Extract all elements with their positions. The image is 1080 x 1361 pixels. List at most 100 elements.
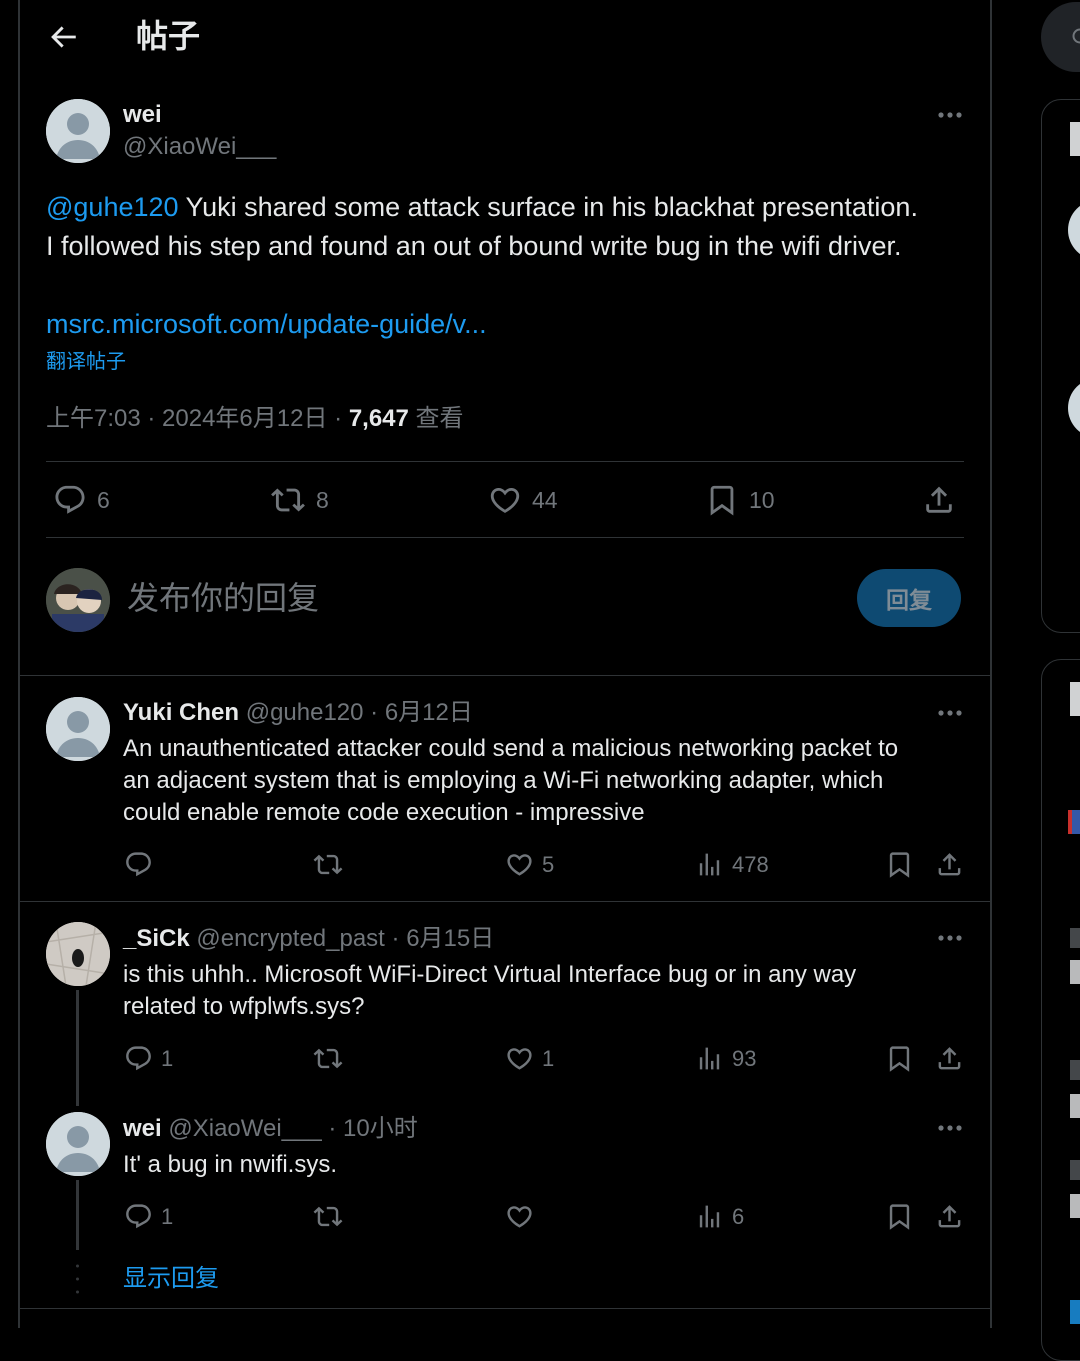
- reply-count: 6: [97, 487, 110, 514]
- views-count: 7,647: [349, 405, 409, 432]
- repost-icon: [313, 1202, 343, 1231]
- reply-date[interactable]: · 10小时: [322, 1115, 418, 1142]
- bookmark-count: 10: [749, 487, 775, 514]
- avatar[interactable]: [1068, 200, 1080, 260]
- reply-author-handle[interactable]: @encrypted_past: [196, 925, 384, 952]
- avatar[interactable]: [46, 99, 110, 163]
- repost-count: 8: [316, 487, 329, 514]
- reply-text-line: related to wfplwfs.sys?: [123, 991, 856, 1023]
- repost-button[interactable]: [313, 1202, 351, 1231]
- thread-ellipsis: [75, 1262, 80, 1296]
- share-button[interactable]: [935, 1044, 964, 1073]
- trend-item-fragment[interactable]: [1070, 1160, 1080, 1180]
- like-button[interactable]: 1: [505, 1044, 554, 1073]
- like-button[interactable]: 44: [488, 483, 558, 517]
- more-options-icon[interactable]: [937, 709, 963, 717]
- reply-header: wei @XiaoWei___ · 10小时: [123, 1113, 418, 1145]
- share-button[interactable]: [935, 1202, 964, 1231]
- arrow-left-icon: [46, 20, 80, 54]
- divider: [46, 537, 964, 538]
- reply-submit-button[interactable]: 回复: [857, 569, 961, 627]
- like-count: 44: [532, 487, 558, 514]
- reply-icon: [53, 483, 87, 517]
- avatar[interactable]: [1068, 378, 1080, 438]
- thread-line: [76, 1180, 79, 1250]
- like-count: 1: [542, 1046, 554, 1072]
- mention-link[interactable]: @guhe120: [46, 192, 179, 222]
- like-count: 5: [542, 852, 554, 878]
- sidebar-panel: [1041, 99, 1080, 633]
- reply-author-name[interactable]: Yuki Chen: [123, 699, 239, 726]
- repost-icon: [313, 1044, 343, 1073]
- share-button[interactable]: [922, 483, 956, 517]
- more-options-icon[interactable]: [937, 111, 963, 119]
- reply-author-handle[interactable]: @XiaoWei___: [168, 1115, 321, 1142]
- reply-submit-label: 回复: [886, 581, 932, 615]
- reply-text: An unauthenticated attacker could send a…: [123, 733, 898, 829]
- views-button[interactable]: 6: [695, 1202, 744, 1231]
- post-timestamp[interactable]: 上午7:03 · 2024年6月12日 ·: [46, 405, 349, 432]
- reply-icon: [124, 1202, 153, 1231]
- back-button[interactable]: [46, 20, 80, 54]
- views-button[interactable]: 478: [695, 850, 769, 879]
- heart-icon: [505, 850, 534, 879]
- avatar[interactable]: [46, 697, 110, 761]
- reply-text: is this uhhh.. Microsoft WiFi-Direct Vir…: [123, 959, 856, 1023]
- reply-button[interactable]: 1: [124, 1202, 173, 1231]
- bookmark-button[interactable]: [885, 1044, 914, 1073]
- reply-text-line: an adjacent system that is employing a W…: [123, 765, 898, 797]
- trend-item-fragment[interactable]: [1070, 1060, 1080, 1080]
- repost-button[interactable]: 8: [270, 483, 329, 517]
- trend-item-fragment[interactable]: [1070, 960, 1080, 984]
- translate-post-link[interactable]: 翻译帖子: [46, 348, 126, 376]
- reply-button[interactable]: 6: [53, 483, 110, 517]
- post-link[interactable]: msrc.microsoft.com/update-guide/v...: [46, 305, 487, 343]
- bookmark-icon: [705, 483, 739, 517]
- reply-text-line: could enable remote code execution - imp…: [123, 797, 898, 829]
- page-title: 帖子: [136, 14, 200, 58]
- more-options-icon[interactable]: [937, 934, 963, 942]
- bookmark-button[interactable]: [885, 1202, 914, 1231]
- post-text-line2: I followed his step and found an out of …: [46, 231, 902, 261]
- trend-item-fragment[interactable]: [1070, 1194, 1080, 1218]
- reply-button[interactable]: [124, 850, 161, 879]
- trend-image: [1068, 810, 1080, 834]
- post-meta: 上午7:03 · 2024年6月12日 · 7,647 查看: [46, 402, 464, 436]
- bookmark-button[interactable]: 10: [705, 483, 775, 517]
- reply-author-handle[interactable]: @guhe120: [246, 699, 364, 726]
- repost-button[interactable]: [313, 1044, 351, 1073]
- thread-line: [76, 990, 79, 1106]
- reply-author-name[interactable]: wei: [123, 1115, 162, 1142]
- more-options-icon[interactable]: [937, 1124, 963, 1132]
- bar-chart-icon: [695, 1044, 724, 1073]
- author-handle[interactable]: @XiaoWei___: [123, 132, 276, 162]
- reply-input[interactable]: 发布你的回复: [127, 576, 319, 620]
- views-button[interactable]: 93: [695, 1044, 756, 1073]
- author-name[interactable]: wei: [123, 100, 162, 130]
- reply-date[interactable]: · 6月15日: [385, 925, 494, 952]
- like-button[interactable]: 5: [505, 850, 554, 879]
- current-user-avatar[interactable]: [46, 568, 110, 632]
- repost-button[interactable]: [313, 850, 351, 879]
- trend-item-fragment[interactable]: [1070, 1094, 1080, 1118]
- like-button[interactable]: [505, 1202, 542, 1231]
- sidebar-link-fragment[interactable]: [1070, 1300, 1080, 1324]
- show-replies-link[interactable]: 显示回复: [123, 1263, 219, 1295]
- trend-item-fragment[interactable]: [1070, 928, 1080, 948]
- avatar[interactable]: [46, 1112, 110, 1176]
- bookmark-button[interactable]: [885, 850, 914, 879]
- bookmark-icon: [885, 1202, 914, 1231]
- reply-author-name[interactable]: _SiCk: [123, 925, 190, 952]
- column-right-border: [990, 0, 992, 1328]
- bar-chart-icon: [695, 1202, 724, 1231]
- post-text-line1: Yuki shared some attack surface in his b…: [179, 192, 918, 222]
- reply-date[interactable]: · 6月12日: [364, 699, 473, 726]
- sidebar-search-box[interactable]: [1041, 2, 1080, 72]
- share-icon: [935, 1202, 964, 1231]
- reply-button[interactable]: 1: [124, 1044, 173, 1073]
- current-user-avatar-image: [46, 568, 110, 632]
- bar-chart-icon: [695, 850, 724, 879]
- share-button[interactable]: [935, 850, 964, 879]
- avatar[interactable]: [46, 922, 110, 986]
- heart-icon: [505, 1202, 534, 1231]
